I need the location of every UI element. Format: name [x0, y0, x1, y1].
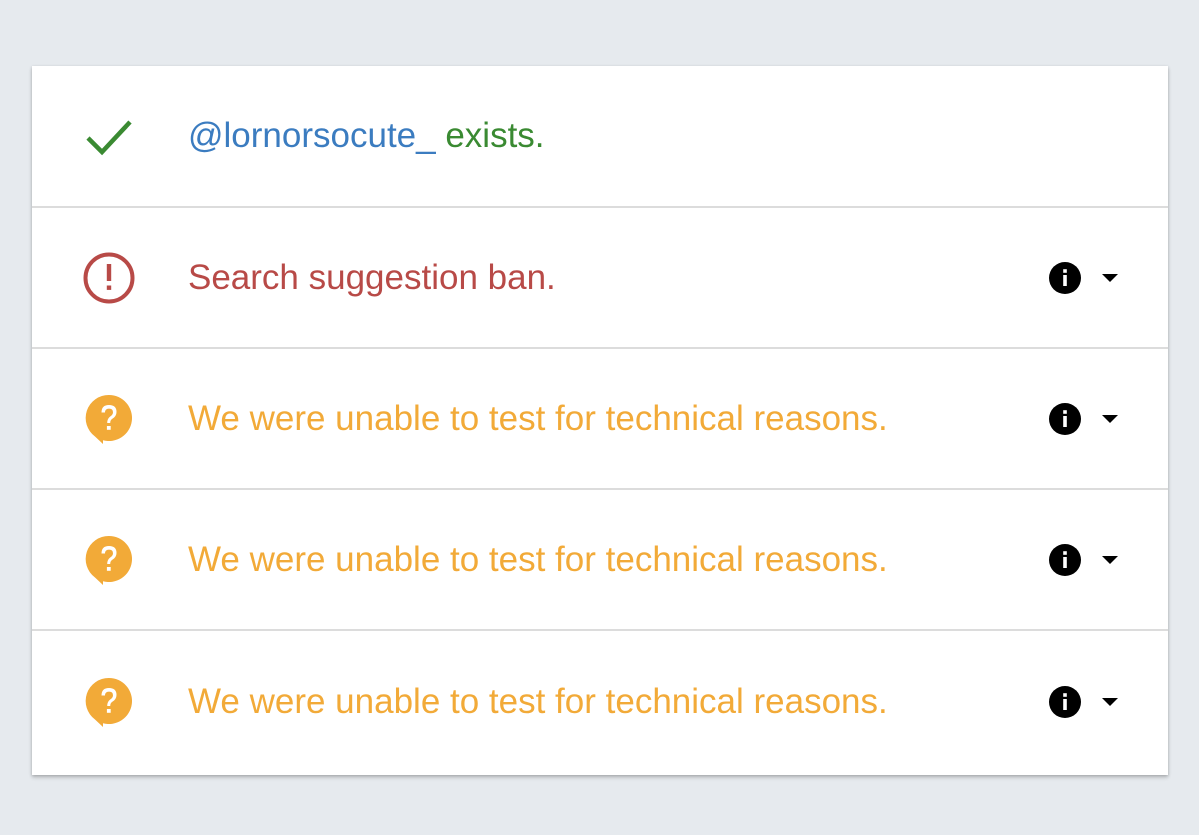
result-row-exists: @lornorsocute_ exists.	[32, 66, 1168, 208]
chevron-down-icon[interactable]	[1102, 273, 1118, 283]
results-card: @lornorsocute_ exists. Search suggestion…	[32, 66, 1168, 775]
chevron-down-icon[interactable]	[1102, 697, 1118, 707]
username-handle: @lornorsocute_	[188, 116, 436, 155]
result-row-test: We were unable to test for technical rea…	[32, 349, 1168, 490]
result-message: We were unable to test for technical rea…	[188, 398, 888, 438]
result-message: We were unable to test for technical rea…	[188, 539, 888, 579]
result-row-test: We were unable to test for technical rea…	[32, 490, 1168, 631]
chevron-down-icon[interactable]	[1102, 414, 1118, 424]
chevron-down-icon[interactable]	[1102, 555, 1118, 565]
result-message: Search suggestion ban.	[188, 257, 556, 297]
row-actions	[1048, 401, 1118, 437]
check-icon	[82, 109, 136, 163]
result-row-search-suggestion: Search suggestion ban.	[32, 208, 1168, 349]
question-bubble-icon	[82, 533, 136, 587]
result-row-test: We were unable to test for technical rea…	[32, 631, 1168, 773]
info-icon[interactable]	[1048, 402, 1082, 436]
result-message: @lornorsocute_ exists.	[188, 116, 545, 156]
row-actions	[1048, 542, 1118, 578]
info-icon[interactable]	[1048, 685, 1082, 719]
info-icon[interactable]	[1048, 261, 1082, 295]
question-bubble-icon	[82, 675, 136, 729]
exists-text: exists.	[435, 116, 545, 155]
row-actions	[1048, 260, 1118, 296]
row-actions	[1048, 684, 1118, 720]
question-bubble-icon	[82, 392, 136, 446]
alert-circle-icon	[82, 251, 136, 305]
result-message: We were unable to test for technical rea…	[188, 682, 888, 721]
info-icon[interactable]	[1048, 543, 1082, 577]
